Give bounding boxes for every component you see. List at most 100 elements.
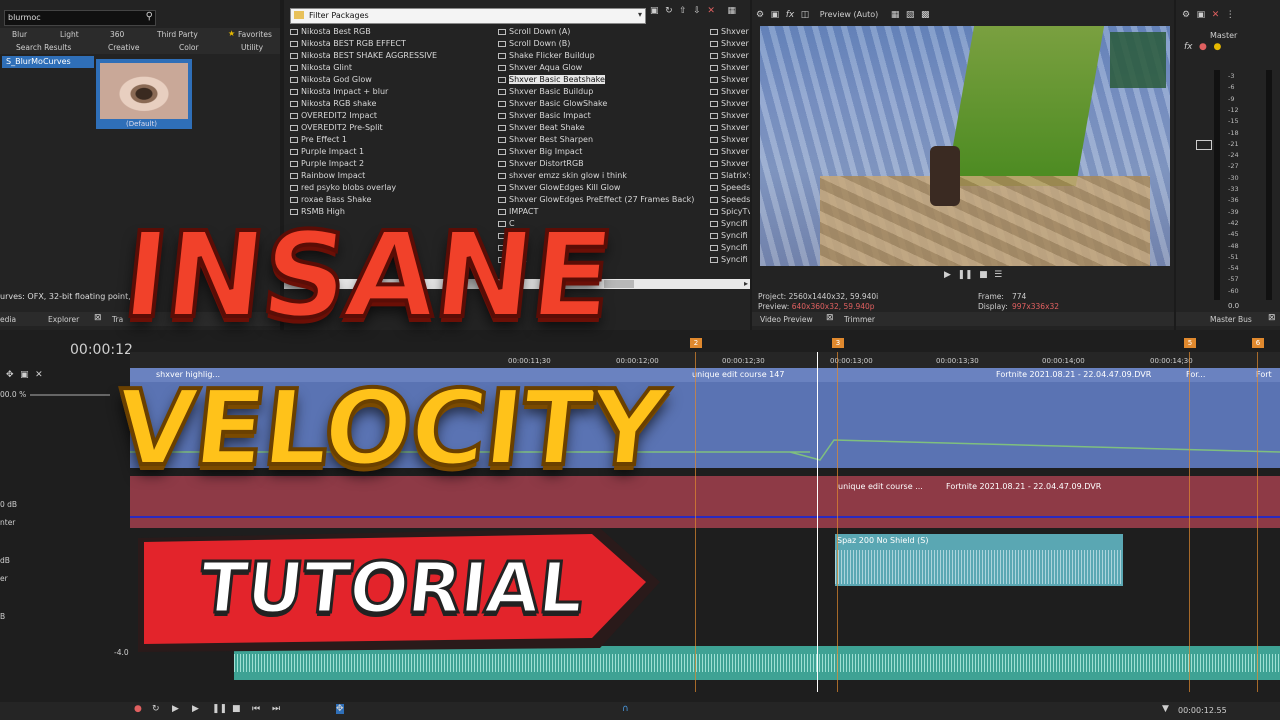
play-icon[interactable]: ▶: [192, 704, 199, 714]
search-input[interactable]: blurmoc: [8, 13, 41, 22]
mute-icon[interactable]: ●: [1199, 42, 1207, 52]
filter-item[interactable]: Shake Flicker Buildup: [498, 50, 708, 62]
filter-item[interactable]: OVEREDIT2 Pre-Split: [290, 122, 490, 134]
filter-item[interactable]: Nikosta Glint: [290, 62, 490, 74]
filter-item[interactable]: Rainbow Impact: [290, 170, 490, 182]
split-icon[interactable]: ◫: [801, 10, 810, 20]
pin-icon[interactable]: ▼: [1162, 704, 1169, 714]
tab-search-results[interactable]: Search Results: [16, 43, 71, 52]
close-icon[interactable]: ⊠: [94, 313, 102, 323]
undock-icon[interactable]: ▣: [1197, 10, 1206, 20]
filter-item[interactable]: Shxver Best Sharpen: [498, 134, 708, 146]
tab-third-party[interactable]: Third Party: [157, 30, 198, 39]
filter-item[interactable]: Shxver Aqua Glow: [498, 62, 708, 74]
solo-icon[interactable]: ●: [1213, 42, 1221, 52]
filter-item[interactable]: Shxver GlowEdges Kill Glow: [498, 182, 708, 194]
tab-blur[interactable]: Blur: [12, 30, 27, 39]
snapshot-icon[interactable]: ▧: [906, 10, 915, 20]
filter-item[interactable]: Syncifi: [710, 254, 750, 266]
marker-3[interactable]: 3: [832, 338, 844, 348]
filter-item[interactable]: Shxver Basic GlowShake: [498, 98, 708, 110]
filter-item[interactable]: Shxver Basic Beatshake: [498, 74, 708, 86]
filter-item[interactable]: Shxver Big Impact: [498, 146, 708, 158]
filter-item[interactable]: Nikosta Impact + blur: [290, 86, 490, 98]
filter-item[interactable]: Nikosta God Glow: [290, 74, 490, 86]
close-icon[interactable]: ⊠: [1268, 313, 1276, 323]
filter-item[interactable]: Shxver Basic Impact: [498, 110, 708, 122]
filter-item[interactable]: Nikosta BEST RGB EFFECT: [290, 38, 490, 50]
filter-item[interactable]: red psyko blobs overlay: [290, 182, 490, 194]
filter-item[interactable]: Speeds: [710, 194, 750, 206]
search-icon[interactable]: ⚲: [146, 11, 153, 22]
filter-item[interactable]: Shxver: [710, 158, 750, 170]
gear-icon[interactable]: ⚙: [756, 10, 764, 20]
filter-item[interactable]: Shxver: [710, 74, 750, 86]
refresh-icon[interactable]: ↻: [665, 6, 673, 16]
stop-icon[interactable]: ■: [232, 704, 241, 714]
pause-icon[interactable]: ❚❚: [957, 270, 972, 280]
tab-light[interactable]: Light: [60, 30, 79, 39]
compositing-icon[interactable]: ▣: [20, 370, 29, 380]
filter-item[interactable]: Speeds: [710, 182, 750, 194]
filter-item[interactable]: Nikosta RGB shake: [290, 98, 490, 110]
stop-icon[interactable]: ■: [979, 270, 988, 280]
play-from-start-icon[interactable]: ▶: [172, 704, 179, 714]
filter-item[interactable]: OVEREDIT2 Impact: [290, 110, 490, 122]
search-box[interactable]: blurmoc ⚲: [4, 10, 156, 26]
tab-creative[interactable]: Creative: [108, 43, 139, 52]
fx-icon[interactable]: ✕: [35, 370, 43, 380]
record-icon[interactable]: ●: [134, 704, 142, 714]
marker-2[interactable]: 2: [690, 338, 702, 348]
move-icon[interactable]: ✥: [6, 370, 14, 380]
filter-item[interactable]: Shxver: [710, 26, 750, 38]
tab-color[interactable]: Color: [179, 43, 199, 52]
tab-media[interactable]: edia: [0, 315, 16, 324]
normal-edit-icon[interactable]: ✥: [336, 704, 344, 714]
filter-item[interactable]: shxver emzz skin glow i think: [498, 170, 708, 182]
filter-item[interactable]: Shxver: [710, 110, 750, 122]
filter-item[interactable]: Shxver DistortRGB: [498, 158, 708, 170]
download-icon[interactable]: ⇩: [693, 6, 701, 16]
filter-item[interactable]: Scroll Down (B): [498, 38, 708, 50]
filter-item[interactable]: Syncifi: [710, 242, 750, 254]
more-icon[interactable]: ⋮: [1226, 10, 1235, 20]
tab-utility[interactable]: Utility: [241, 43, 263, 52]
filter-item[interactable]: Purple Impact 1: [290, 146, 490, 158]
tab-trimmer[interactable]: Trimmer: [844, 315, 875, 324]
fx-icon[interactable]: fx: [786, 10, 795, 20]
marker-6[interactable]: 6: [1252, 338, 1264, 348]
audio-clip[interactable]: Spaz 200 No Shield (S): [835, 534, 1123, 586]
filter-item[interactable]: Syncifi: [710, 230, 750, 242]
tab-explorer[interactable]: Explorer: [48, 315, 79, 324]
filter-item[interactable]: Pre Effect 1: [290, 134, 490, 146]
filter-item[interactable]: Shxver: [710, 134, 750, 146]
scroll-right-icon[interactable]: ▸: [744, 279, 748, 288]
filter-item[interactable]: Slatrix's: [710, 170, 750, 182]
fader-handle[interactable]: [1196, 140, 1212, 150]
pause-icon[interactable]: ❚❚: [212, 704, 227, 714]
level-slider[interactable]: [30, 394, 110, 396]
tab-master-bus[interactable]: Master Bus: [1210, 315, 1252, 324]
filter-item[interactable]: Shxver: [710, 146, 750, 158]
playhead[interactable]: [817, 352, 818, 692]
filter-item[interactable]: Nikosta Best RGB: [290, 26, 490, 38]
upload-icon[interactable]: ⇧: [679, 6, 687, 16]
grid-icon[interactable]: ▦: [727, 6, 736, 16]
filter-dropdown[interactable]: Filter Packages ▾: [290, 8, 646, 24]
filter-item[interactable]: Syncifi: [710, 218, 750, 230]
fx-icon[interactable]: fx: [1184, 42, 1193, 52]
filter-item[interactable]: Shxver: [710, 86, 750, 98]
loop-icon[interactable]: ↻: [152, 704, 160, 714]
filter-item[interactable]: Shxver: [710, 122, 750, 134]
close-icon[interactable]: ✕: [1212, 10, 1220, 20]
filter-item[interactable]: Nikosta BEST SHAKE AGGRESSIVE: [290, 50, 490, 62]
preset-thumbnail[interactable]: (Default): [96, 59, 192, 129]
go-start-icon[interactable]: ⏮: [252, 704, 260, 714]
go-end-icon[interactable]: ⏭: [272, 704, 280, 714]
tab-360[interactable]: 360: [110, 30, 124, 39]
close-icon[interactable]: ⊠: [826, 313, 834, 323]
filter-item[interactable]: Scroll Down (A): [498, 26, 708, 38]
filter-item[interactable]: Shxver Basic Buildup: [498, 86, 708, 98]
filter-item[interactable]: Shxver: [710, 98, 750, 110]
tab-favorites[interactable]: Favorites: [238, 30, 272, 39]
